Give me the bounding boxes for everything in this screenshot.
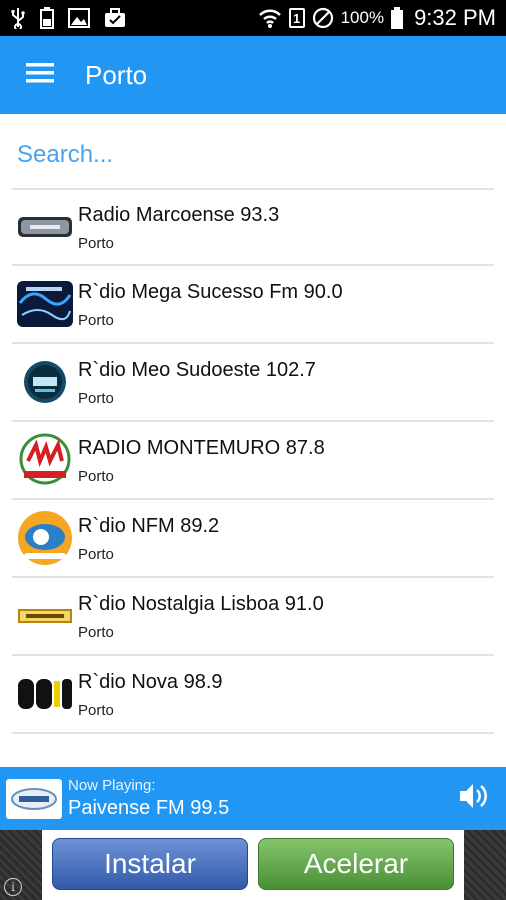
station-list-item[interactable]: R`dio Meo Sudoeste 102.7 Porto [12, 344, 494, 422]
station-list-item[interactable]: Radio Marcoense 93.3 Porto [12, 188, 494, 266]
page-title: Porto [85, 59, 148, 90]
radio-nova-logo [16, 665, 74, 723]
station-list-item[interactable]: R`dio NFM 89.2 Porto [12, 500, 494, 578]
search-bar [12, 124, 494, 188]
battery-full-icon [391, 7, 404, 29]
battery-icon [40, 7, 54, 29]
station-title: R`dio Nova 98.9 [78, 670, 223, 693]
app-bar: Porto [0, 36, 506, 114]
station-list-item[interactable]: RADIO MONTEMURO 87.8 Porto [12, 422, 494, 500]
image-icon [68, 8, 90, 28]
station-title: R`dio Nostalgia Lisboa 91.0 [78, 592, 324, 615]
ad-banner: Instalar Acelerar i [0, 830, 506, 900]
station-list-item[interactable]: R`dio Nova 98.9 Porto [12, 656, 494, 734]
radio-meo-sudoeste-logo [16, 353, 74, 411]
station-location: Porto [78, 623, 114, 641]
radio-nfm-logo [16, 509, 74, 567]
sim-icon: 1 [288, 8, 305, 28]
station-location: Porto [78, 701, 114, 719]
install-button[interactable]: Instalar [52, 838, 248, 890]
station-title: R`dio Mega Sucesso Fm 90.0 [78, 280, 343, 303]
station-list: Radio Marcoense 93.3 Porto R`dio Mega Su… [12, 188, 494, 734]
station-location: Porto [78, 389, 114, 407]
radio-marcoense-logo [16, 198, 74, 256]
volume-button[interactable] [456, 781, 492, 817]
volume-icon [458, 781, 490, 816]
station-title: RADIO MONTEMURO 87.8 [78, 436, 325, 459]
battery-percent: 100% [340, 8, 385, 27]
hamburger-menu-icon [26, 62, 54, 89]
station-title: R`dio NFM 89.2 [78, 514, 220, 537]
now-playing-logo [6, 778, 62, 819]
usb-icon [10, 7, 26, 29]
station-list-item[interactable]: R`dio Nostalgia Lisboa 91.0 Porto [12, 578, 494, 656]
ad-content: Instalar Acelerar [42, 830, 464, 900]
briefcase-icon [104, 8, 126, 28]
now-playing-bar[interactable]: Now Playing: Paivense FM 99.5 [0, 767, 506, 830]
radio-montemuro-logo [16, 431, 74, 489]
station-location: Porto [78, 467, 114, 485]
now-playing-label: Now Playing: [68, 777, 156, 794]
station-location: Porto [78, 234, 114, 252]
do-not-disturb-icon [312, 7, 334, 29]
station-location: Porto [78, 311, 114, 329]
now-playing-title: Paivense FM 99.5 [68, 797, 230, 819]
clock: 9:32 PM [414, 5, 496, 30]
radio-nostalgia-logo [16, 587, 74, 645]
wifi-icon [258, 7, 282, 29]
station-title: Radio Marcoense 93.3 [78, 203, 280, 226]
station-list-item[interactable]: R`dio Mega Sucesso Fm 90.0 Porto [12, 266, 494, 344]
search-input[interactable] [12, 124, 494, 186]
station-title: R`dio Meo Sudoeste 102.7 [78, 358, 316, 381]
ad-info-icon[interactable]: i [4, 878, 22, 896]
radio-mega-sucesso-logo [16, 275, 74, 333]
station-location: Porto [78, 545, 114, 563]
status-bar: 1 100% 9:32 PM [0, 0, 506, 36]
accelerate-button[interactable]: Acelerar [258, 838, 454, 890]
menu-button[interactable] [0, 36, 80, 114]
